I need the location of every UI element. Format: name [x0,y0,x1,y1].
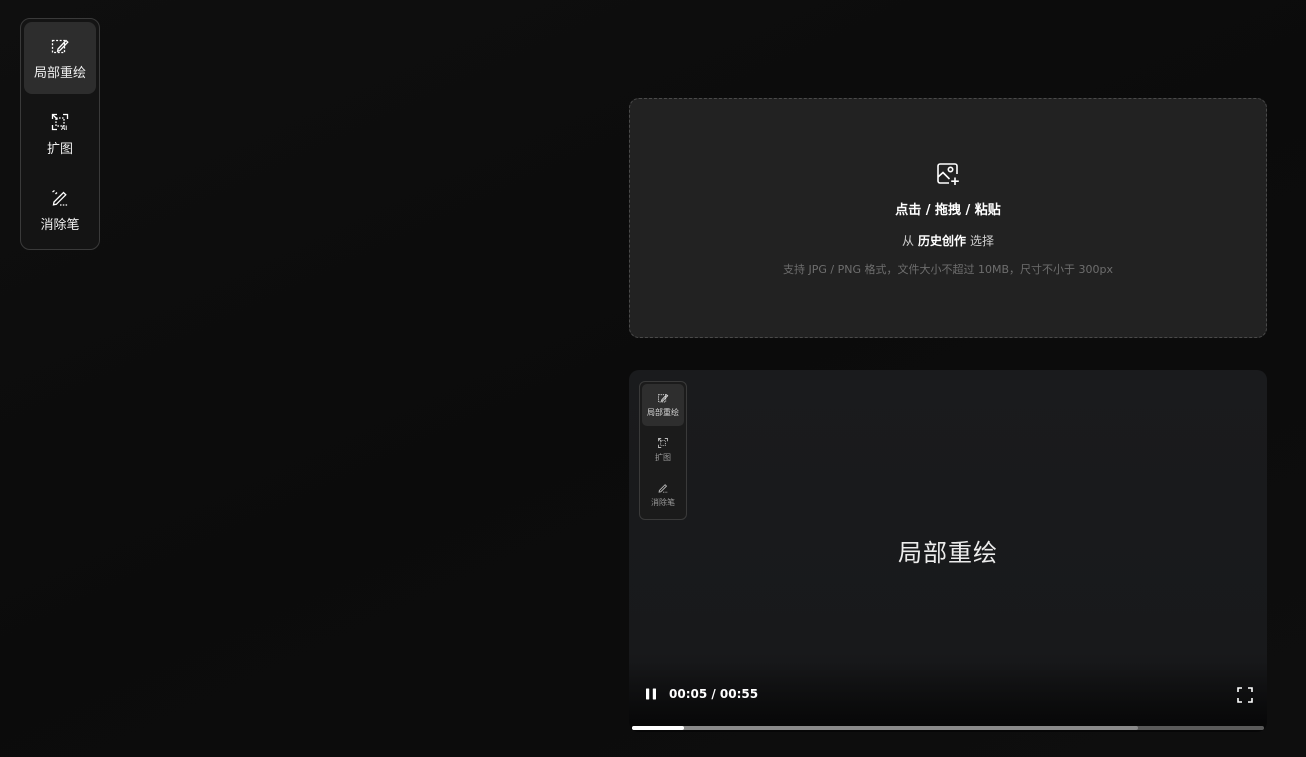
video-caption: 局部重绘 [898,539,998,567]
mini-tool-inpaint: 局部重绘 [642,384,684,426]
history-creation-link[interactable]: 历史创作 [918,234,966,248]
inpaint-icon [51,39,69,53]
progress-buffered [632,726,1138,730]
upload-format-hint: 支持 JPG / PNG 格式，文件大小不超过 10MB，尺寸不小于 300px [783,263,1113,276]
upload-sub-suffix: 选择 [970,234,995,248]
fullscreen-icon[interactable] [1236,686,1254,704]
expand-image-icon: AI [51,113,69,131]
eraser-pen-icon [658,484,668,493]
inpaint-icon [658,394,669,403]
mini-tool-label: 扩图 [655,453,671,462]
page: 局部重绘 AI 扩图 消除笔 点击 / 拖拽 / 粘贴 从 历史创作 选择 支持… [0,0,1306,757]
time-display: 00:05 / 00:55 [669,687,759,701]
video-mini-tool-panel: 局部重绘 扩图 消除笔 [639,381,687,520]
progress-played [632,726,684,730]
expand-image-icon [658,438,668,448]
tool-inpaint[interactable]: 局部重绘 [24,22,96,94]
video-controls: 00:05 / 00:55 [629,662,1267,732]
demo-video-player[interactable]: 局部重绘 扩图 消除笔 局部重绘 00:05 / 00:55 [629,370,1267,732]
mini-tool-label: 局部重绘 [647,408,679,417]
svg-text:AI: AI [61,125,67,131]
tool-eraser[interactable]: 消除笔 [24,174,96,246]
mini-tool-expand: 扩图 [642,429,684,471]
tool-label: 消除笔 [40,217,80,233]
eraser-pen-icon [52,189,68,206]
upload-history-line: 从历史创作 选择 [902,232,994,249]
mini-tool-label: 消除笔 [651,498,675,507]
upload-sub-prefix: 从 [901,234,914,248]
video-progress-bar[interactable] [632,726,1264,730]
upload-instruction: 点击 / 拖拽 / 粘贴 [895,203,1001,218]
tool-label: 局部重绘 [33,65,86,81]
image-add-icon [937,163,959,185]
tool-label: 扩图 [46,141,73,157]
upload-dropzone[interactable]: 点击 / 拖拽 / 粘贴 从历史创作 选择 支持 JPG / PNG 格式，文件大… [629,98,1267,338]
tool-panel: 局部重绘 AI 扩图 消除笔 [20,18,100,250]
mini-tool-eraser: 消除笔 [642,474,684,516]
tool-expand[interactable]: AI 扩图 [24,98,96,170]
pause-icon[interactable] [643,686,659,702]
